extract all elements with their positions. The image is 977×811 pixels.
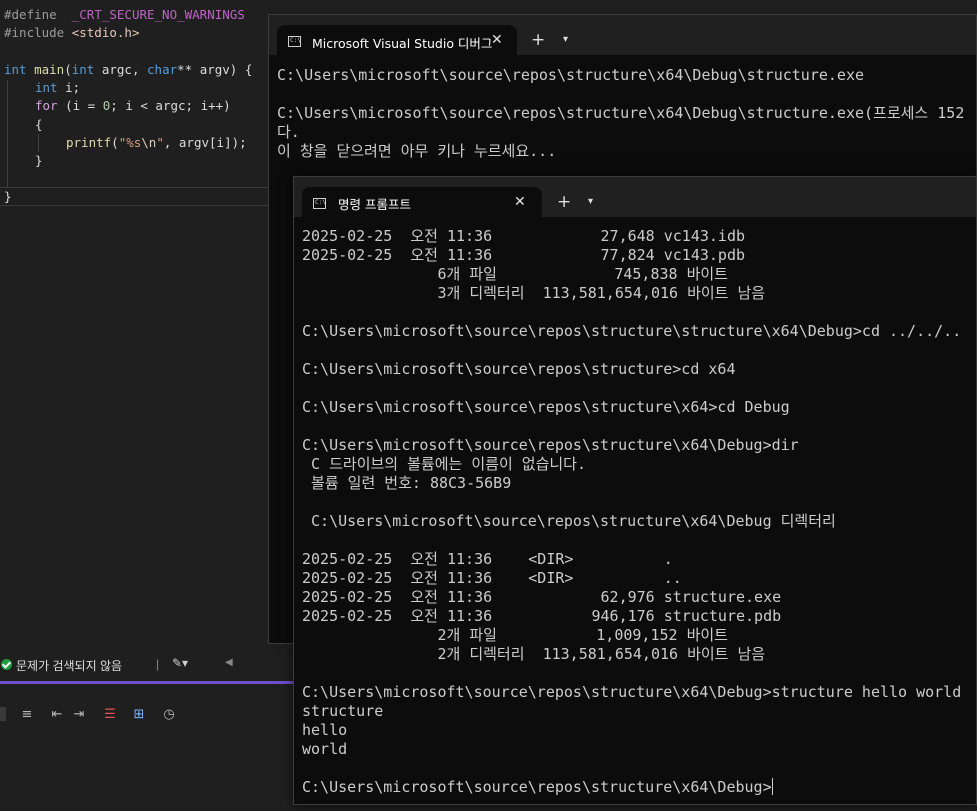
cmd-line: C:\Users\microsoft\source\repos\structur… xyxy=(302,398,790,416)
console-line: C:\Users\microsoft\source\repos\structur… xyxy=(277,104,965,122)
cmd-line: 6개 파일 745,838 바이트 xyxy=(302,265,728,283)
cmd-line: C:\Users\microsoft\source\repos\structur… xyxy=(302,322,962,340)
cmd-line: C:\Users\microsoft\source\repos\structur… xyxy=(302,436,799,454)
new-tab-button[interactable]: + xyxy=(557,192,571,212)
cmd-line: C:\Users\microsoft\source\repos\structur… xyxy=(302,512,836,530)
console-line: C:\Users\microsoft\source\repos\structur… xyxy=(277,66,864,84)
cmd-line: C 드라이브의 볼륨에는 이름이 없습니다. xyxy=(302,455,587,473)
code-line-6: for (i = 0; i < argc; i++) xyxy=(35,98,231,113)
cmd-line: 3개 디렉터리 113,581,654,016 바이트 남음 xyxy=(302,284,766,302)
cmd-line: structure xyxy=(302,702,384,720)
include-path: <stdio.h> xyxy=(71,25,140,40)
cmd-line: 볼륨 일련 번호: 88C3-56B9 xyxy=(302,474,512,492)
code-line-11: } xyxy=(4,189,12,204)
code-line-4: int main(int** argv) { argc, char** argv… xyxy=(4,62,253,77)
cmd-line: 2025-02-25 오전 11:36 <DIR> .. xyxy=(302,569,682,587)
code-line-1: #define _CRT_SECURE_NO_WARNINGS xyxy=(4,6,245,24)
directive-keyword: #define xyxy=(4,7,65,22)
indent-guide xyxy=(38,134,39,152)
brush-icon[interactable]: ✎▾ xyxy=(172,656,188,670)
command-prompt-window[interactable]: C:\ 명령 프롬프트 ✕ + ▾ 2025-02-25 오전 11:36 27… xyxy=(293,176,977,805)
vs-console-tab[interactable]: C:\ Microsoft Visual Studio 디버그 ✕ xyxy=(277,25,517,55)
cmd-line: world xyxy=(302,740,348,758)
cmd-line: 2025-02-25 오전 11:36 62,976 structure.exe xyxy=(302,588,782,606)
scroll-left-icon[interactable]: ◀ xyxy=(225,657,233,668)
console-line: 이 창을 닫으려면 아무 키나 누르세요... xyxy=(277,142,557,160)
cmd-tab[interactable]: C:\ 명령 프롬프트 ✕ xyxy=(302,187,542,217)
text-cursor xyxy=(771,778,773,795)
code-line-8: printf("%s\n", argv[i]); xyxy=(66,135,247,150)
cmd-line: 2025-02-25 오전 11:36 <DIR> . xyxy=(302,550,673,568)
close-icon[interactable]: ✕ xyxy=(491,32,503,48)
toolbar-edge xyxy=(0,707,6,721)
cmd-line: C:\Users\microsoft\source\repos\structur… xyxy=(302,683,962,701)
directive-keyword: #include xyxy=(4,25,72,40)
cmd-line: 2개 디렉터리 113,581,654,016 바이트 남음 xyxy=(302,645,766,663)
no-issues-label[interactable]: 문제가 검색되지 않음 xyxy=(16,657,122,674)
cmd-prompt-line[interactable]: C:\Users\microsoft\source\repos\structur… xyxy=(302,778,773,797)
output-panel xyxy=(0,684,295,811)
console-icon: C:\ xyxy=(288,36,301,47)
chevron-down-icon[interactable]: ▾ xyxy=(563,34,568,45)
indent-icon[interactable]: ⇤ xyxy=(50,708,64,722)
clock-icon[interactable]: ◷ xyxy=(162,708,176,722)
cmd-titlebar: C:\ 명령 프롬프트 ✕ + ▾ xyxy=(294,177,976,217)
outdent-icon[interactable]: ⇥ xyxy=(72,708,86,722)
separator: | xyxy=(156,657,160,671)
vs-console-tab-title: Microsoft Visual Studio 디버그 xyxy=(312,36,493,51)
code-line-2: #include <stdio.h> xyxy=(4,24,139,42)
check-icon xyxy=(1,659,12,670)
vs-console-titlebar: C:\ Microsoft Visual Studio 디버그 ✕ + ▾ xyxy=(269,15,976,55)
indent-guide xyxy=(7,80,8,188)
cmd-line: 2025-02-25 오전 11:36 27,648 vc143.idb xyxy=(302,227,746,245)
cmd-tab-title: 명령 프롬프트 xyxy=(338,197,411,212)
cmd-line: 2개 파일 1,009,152 바이트 xyxy=(302,626,728,644)
code-line-7: { xyxy=(35,117,43,132)
console-icon: C:\ xyxy=(313,198,326,209)
wrap-icon[interactable]: ⊞ xyxy=(132,708,146,722)
new-tab-button[interactable]: + xyxy=(531,30,545,50)
cmd-line: hello xyxy=(302,721,348,739)
current-line-highlight xyxy=(0,187,268,206)
cmd-line: 2025-02-25 오전 11:36 77,824 vc143.pdb xyxy=(302,246,746,264)
code-line-5: int i; xyxy=(35,80,81,95)
cmd-line: C:\Users\microsoft\source\repos\structur… xyxy=(302,360,736,378)
error-status-bar: 문제가 검색되지 않음 | ✎▾ ◀ xyxy=(0,655,295,675)
align-left-icon[interactable]: ≡ xyxy=(20,708,34,722)
chevron-down-icon[interactable]: ▾ xyxy=(588,196,593,207)
code-editor[interactable]: #define _CRT_SECURE_NO_WARNINGS #include… xyxy=(0,0,268,655)
close-icon[interactable]: ✕ xyxy=(514,194,526,210)
console-line: 다. xyxy=(277,123,300,141)
code-line-9: } xyxy=(35,153,43,168)
cmd-line: 2025-02-25 오전 11:36 946,176 structure.pd… xyxy=(302,607,782,625)
macro-name: _CRT_SECURE_NO_WARNINGS xyxy=(64,7,245,22)
clear-list-icon[interactable]: ☰ xyxy=(103,708,117,722)
